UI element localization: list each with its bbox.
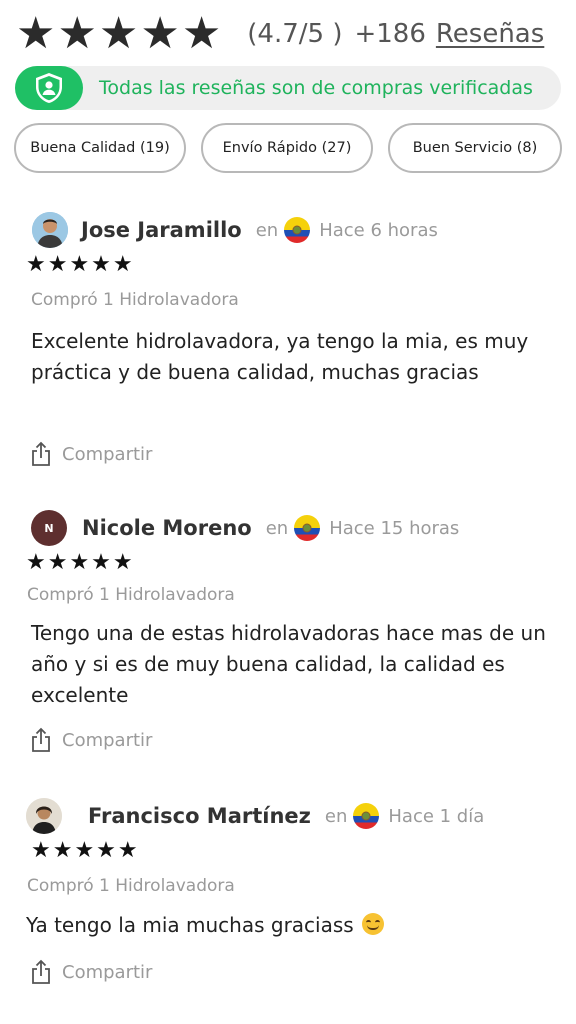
chip-buen-servicio[interactable]: Buen Servicio (8): [388, 123, 562, 173]
ecuador-flag-icon: [294, 515, 321, 541]
average-score: (4.7/5 ): [247, 19, 343, 49]
review-header: N Nicole Moreno en Hace 15 horas: [31, 508, 459, 548]
avatar-initial: N: [44, 521, 54, 535]
review-time: Hace 15 horas: [329, 517, 460, 539]
person-photo-icon: [26, 798, 62, 834]
star-icon: ★: [140, 8, 180, 59]
review-text: Excelente hidrolavadora, ya tengo la mia…: [31, 329, 529, 384]
avatar: [26, 798, 62, 834]
share-icon: [32, 959, 50, 984]
star-icon: ★: [16, 8, 56, 59]
review-header: Francisco Martínez en Hace 1 día: [26, 796, 484, 836]
chip-envio-rapido[interactable]: Envío Rápido (27): [201, 123, 373, 173]
verified-purchases-banner: Todas las reseñas son de compras verific…: [15, 66, 561, 110]
star-icon: ★: [57, 8, 97, 59]
share-label: Compartir: [62, 961, 153, 983]
avatar: N: [31, 510, 67, 546]
purchase-info: Compró 1 Hidrolavadora: [27, 585, 235, 605]
review-text: Tengo una de estas hidrolavadoras hace m…: [31, 621, 546, 707]
reviewer-name: Jose Jaramillo: [81, 218, 242, 242]
review-time: Hace 1 día: [388, 805, 485, 827]
avatar: [32, 212, 68, 248]
ecuador-flag-icon: [353, 803, 380, 829]
rating-stars: ★ ★ ★ ★ ★: [16, 12, 221, 56]
person-photo-icon: [32, 212, 68, 248]
share-icon: [32, 441, 50, 466]
share-label: Compartir: [62, 443, 153, 465]
share-label: Compartir: [62, 729, 153, 751]
location-prefix: en: [255, 219, 279, 241]
smiling-face-emoji: [362, 913, 385, 935]
verified-text: Todas las reseñas son de compras verific…: [99, 77, 533, 99]
review-header: Jose Jaramillo en Hace 6 horas: [32, 210, 438, 250]
review-text: Ya tengo la mia muchas graciass: [26, 913, 354, 937]
reviews-link[interactable]: Reseñas: [436, 19, 544, 49]
review-stars: ★★★★★: [31, 838, 140, 863]
share-button[interactable]: Compartir: [30, 727, 152, 753]
review-text-container: Ya tengo la mia muchas graciass: [26, 910, 546, 941]
share-button[interactable]: Compartir: [30, 959, 152, 985]
rating-summary: ★ ★ ★ ★ ★ (4.7/5 ) +186 Reseñas: [16, 10, 566, 58]
verified-badge: [15, 66, 83, 110]
ecuador-flag-icon: [284, 217, 311, 243]
star-icon: ★: [98, 8, 139, 59]
share-icon: [32, 727, 50, 752]
review-stars: ★★★★★: [26, 252, 135, 277]
reviewer-name: Nicole Moreno: [82, 516, 252, 540]
purchase-info: Compró 1 Hidrolavadora: [27, 876, 235, 896]
location-prefix: en: [265, 517, 289, 539]
review-time: Hace 6 horas: [319, 219, 438, 241]
verified-user-shield-icon: [36, 73, 62, 103]
purchase-info: Compró 1 Hidrolavadora: [31, 290, 239, 310]
review-count: +186: [354, 19, 426, 49]
share-button[interactable]: Compartir: [30, 441, 152, 467]
reviewer-name: Francisco Martínez: [88, 804, 311, 828]
review-stars: ★★★★★: [26, 550, 135, 575]
star-icon: ★: [181, 8, 222, 59]
chip-buena-calidad[interactable]: Buena Calidad (19): [14, 123, 186, 173]
review-filter-chips: Buena Calidad (19) Envío Rápido (27) Bue…: [14, 123, 562, 173]
location-prefix: en: [324, 805, 348, 827]
